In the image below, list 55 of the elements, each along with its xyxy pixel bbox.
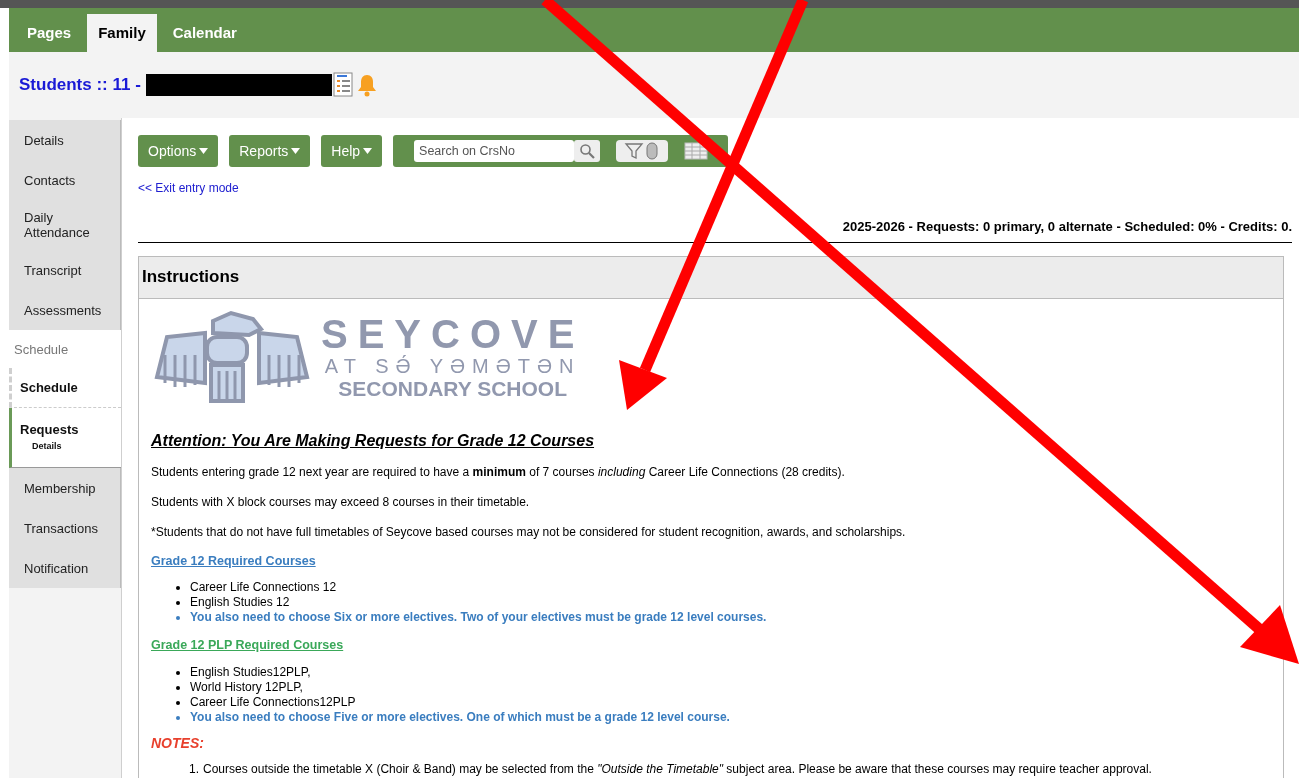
sidebar-tab[interactable]: Notification xyxy=(9,548,121,588)
sidebar-tab[interactable]: Transactions xyxy=(9,508,121,548)
bullet-icon xyxy=(176,715,180,720)
sidebar-subtab[interactable]: Schedule xyxy=(9,367,121,408)
panel-title: Instructions xyxy=(142,266,240,289)
filter-button[interactable] xyxy=(616,140,669,162)
search-field[interactable]: Search on CrsNo xyxy=(414,140,575,162)
list-item: You also need to choose Six or more electives. Two of your electives must be grade 12 level courses. xyxy=(190,610,767,626)
paragraph: Students with X block courses may exceed 8 courses in their timetable. xyxy=(151,493,531,511)
sidebar-tab[interactable]: Daily Attendance xyxy=(9,200,121,250)
bullet-icon xyxy=(176,685,180,690)
sidebar-tab[interactable]: Details xyxy=(9,120,121,160)
notes-icon xyxy=(332,72,355,98)
section-link[interactable]: Grade 12 Required Courses xyxy=(151,551,316,571)
logo-name: SEYCOVE xyxy=(321,314,585,354)
sidebar-tab[interactable]: Assessments xyxy=(9,290,121,330)
bullet-icon xyxy=(176,670,180,675)
list-item: World History 12PLP, xyxy=(190,680,303,695)
list-item: Career Life Connections 12 xyxy=(190,580,337,596)
caret-icon xyxy=(363,148,373,154)
attention-heading: Attention: You Are Making Requests for Grade 12 Courses xyxy=(151,430,595,451)
grid-icon[interactable] xyxy=(684,142,709,160)
bell-icon[interactable] xyxy=(355,73,378,97)
sidebar-section-label: Schedule xyxy=(9,330,121,368)
sidebar-tab[interactable]: Transcript xyxy=(9,250,121,290)
paragraph: *Students that do not have full timetables of Seycove based courses may not be considered for student recognition, awards, and scholarships. xyxy=(151,523,907,541)
nav-tab[interactable]: Calendar xyxy=(156,14,253,52)
list-item: English Studies12PLP, xyxy=(190,665,311,680)
caret-icon xyxy=(291,148,301,154)
search-button[interactable] xyxy=(574,140,601,162)
note-number: 1. xyxy=(189,761,199,778)
nav-tab[interactable]: Family xyxy=(87,14,157,52)
menu-button[interactable]: Help xyxy=(321,135,383,167)
menu-button[interactable]: Reports xyxy=(229,135,311,167)
bullet-icon xyxy=(176,600,180,605)
page-title: Students :: 11 - xyxy=(19,74,141,97)
bullet-icon xyxy=(176,700,180,705)
list-item: Career Life Connections12PLP xyxy=(190,695,356,710)
note-text: Courses outside the timetable X (Choir & Band) may be selected from the "Outside the Timetable" subject area. Please be aware that these courses may require teacher approval. xyxy=(203,761,1152,778)
menu-button[interactable]: Options xyxy=(138,135,219,167)
logo-subtitle: AT SƏ́ YƏMƏTƏN xyxy=(324,356,581,376)
sidebar-subtab[interactable]: Requests Details xyxy=(9,408,121,468)
nav-tab[interactable]: Pages xyxy=(11,14,88,52)
bullet-icon xyxy=(176,615,180,620)
sidebar-tab[interactable]: Contacts xyxy=(9,160,121,200)
list-item: English Studies 12 xyxy=(190,595,290,611)
logo-school: SECONDARY SCHOOL xyxy=(338,378,568,399)
bullet-icon xyxy=(176,585,180,590)
requests-summary: 2025-2026 - Requests: 0 primary, 0 alternate - Scheduled: 0% - Credits: 0. xyxy=(842,218,1292,236)
list-item: You also need to choose Five or more electives. One of which must be a grade 12 level course. xyxy=(190,710,730,725)
sidebar-tab[interactable]: Membership xyxy=(9,468,121,508)
notes-heading: NOTES: xyxy=(151,734,204,753)
caret-icon xyxy=(199,148,209,154)
paragraph: Students entering grade 12 next year are required to have a minimum of 7 courses including Career Life Connections (28 credits). xyxy=(151,463,846,481)
exit-entry-mode-link[interactable]: << Exit entry mode xyxy=(138,179,239,197)
